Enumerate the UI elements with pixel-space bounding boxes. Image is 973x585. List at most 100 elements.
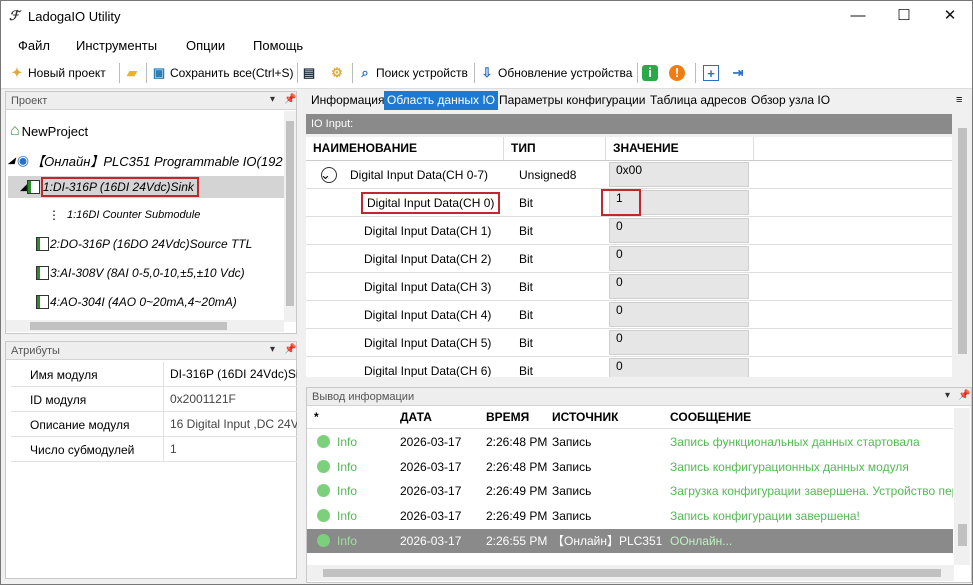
menu-options[interactable]: Опции [186,38,225,53]
log-row[interactable]: Info 2026-03-17 2:26:49 PM Запись Запись… [307,504,953,528]
column-header-level[interactable]: * [314,410,319,428]
toolbar-separator [119,63,120,83]
scroll-thumb[interactable] [323,569,941,577]
info-button[interactable]: i [642,63,661,83]
row-value: 0 [609,330,749,355]
panel-dropdown-icon[interactable]: ▾ [945,390,950,401]
menu-help[interactable]: Помощь [253,38,303,53]
log-date: 2026-03-17 [400,484,462,498]
table-row[interactable]: Digital Input Data(CH 3) Bit 0 [306,273,952,301]
exclamation-icon: ! [669,65,685,81]
panel-dropdown-icon[interactable]: ▾ [270,344,275,355]
pin-icon[interactable]: 📌 [958,390,970,401]
table-row[interactable]: Digital Input Data(CH 5) Bit 0 [306,329,952,357]
tree-vertical-scrollbar[interactable] [284,111,296,322]
row-value: 0x00 [609,162,749,187]
info-icon: i [642,65,658,81]
tree-node-project[interactable]: ⌂ NewProject [10,122,88,140]
info-status-icon [317,534,330,547]
maximize-button[interactable]: ☐ [881,1,927,32]
tab-address-table[interactable]: Таблица адресов [647,91,750,110]
new-project-button[interactable]: ✦ Новый проект [9,63,106,83]
log-message: Запись функциональных данных стартовала [670,435,920,449]
output-vertical-scrollbar[interactable] [954,408,970,565]
attribute-value[interactable]: DI-316P (16DI 24Vdc)Sink [163,362,297,386]
toolbar-separator [637,63,638,83]
log-level: Info [337,484,358,498]
attribute-value: 0x2001121F [163,387,297,411]
row-type: Unsigned8 [519,168,577,182]
search-devices-button[interactable]: ⌕ Поиск устройств [357,63,468,83]
menu-file[interactable]: Файл [18,38,50,53]
app-logo-icon: ℱ [9,8,20,23]
column-header-date[interactable]: ДАТА [400,410,432,428]
table-row[interactable]: Digital Input Data(CH 1) Bit 0 [306,217,952,245]
compile-button[interactable]: ▤ [301,63,320,83]
close-button[interactable]: ✕ [927,1,972,32]
row-value: 1 [601,189,641,216]
toolbar-separator [297,63,298,83]
tree-node-module-4[interactable]: 4:AO-304I (4AO 0~20mA,4~20mA) [36,295,237,309]
tree-node-submodule[interactable]: ⋮ 1:16DI Counter Submodule [48,208,200,222]
tab-information[interactable]: Информация [308,91,387,110]
tree-module-label: 4:AO-304I (4AO 0~20mA,4~20mA) [50,295,237,309]
folder-icon: ▰ [127,65,137,80]
tree-horizontal-scrollbar[interactable] [6,320,284,332]
toolbar-separator [695,63,696,83]
tab-io-data-area[interactable]: Область данных IO [384,91,498,110]
column-header-name[interactable]: НАИМЕНОВАНИЕ [306,137,504,160]
tab-config-params[interactable]: Параметры конфигурации [496,91,648,110]
column-header-value[interactable]: ЗНАЧЕНИЕ МОНИТОРИН [606,137,754,178]
settings-button[interactable]: ⚙ [329,63,348,83]
scroll-thumb[interactable] [30,322,227,330]
log-source: Запись [552,460,592,474]
panel-dropdown-icon[interactable]: ▾ [270,94,275,105]
scroll-thumb[interactable] [286,121,294,306]
log-row[interactable]: Info 2026-03-17 2:26:49 PM Запись Загруз… [307,479,953,503]
column-header-time[interactable]: ВРЕМЯ [486,410,529,428]
table-row[interactable]: Digital Input Data(CH 4) Bit 0 [306,301,952,329]
tabs-menu-icon[interactable]: ≡ [953,91,965,110]
pin-icon[interactable]: 📌 [284,94,296,105]
menu-tools[interactable]: Инструменты [76,38,157,53]
output-horizontal-scrollbar[interactable] [307,565,954,581]
row-name: Digital Input Data(CH 3) [364,280,492,294]
tree-node-module-3[interactable]: 3:AI-308V (8AI 0-5,0-10,±5,±10 Vdc) [36,266,245,280]
pin-icon[interactable]: 📌 [284,344,296,355]
toolbar-separator [474,63,475,83]
open-folder-button[interactable]: ▰ [124,63,143,83]
info-status-icon [317,460,330,473]
table-row[interactable]: ⌄ Digital Input Data(CH 0-7) Unsigned8 0… [306,161,952,189]
table-row[interactable]: Digital Input Data(CH 2) Bit 0 [306,245,952,273]
log-message: Запись конфигурации завершена! [670,509,860,523]
log-time: 2:26:48 PM [486,435,548,449]
log-row[interactable]: Info 2026-03-17 2:26:48 PM Запись Запись… [307,455,953,479]
scroll-thumb[interactable] [958,524,967,546]
update-device-button[interactable]: ⇩ Обновление устройства [479,63,633,83]
io-grid-vertical-scrollbar[interactable] [954,114,970,378]
table-row[interactable]: Digital Input Data(CH 0) Bit 1 [306,189,952,217]
scroll-thumb[interactable] [958,128,967,354]
log-time: 2:26:48 PM [486,460,548,474]
row-name: Digital Input Data(CH 6) [364,364,492,377]
column-header-source[interactable]: ИСТОЧНИК [552,410,618,428]
tree-module-label: 3:AI-308V (8AI 0-5,0-10,±5,±10 Vdc) [50,266,245,280]
table-row[interactable]: Digital Input Data(CH 6) Bit 0 [306,357,952,377]
save-all-button[interactable]: ▣ Сохранить все(Ctrl+S) [151,63,294,83]
tree-node-plc[interactable]: ◢ ◉ 【Онлайн】PLC351 Programmable IO(192 [8,151,283,170]
log-row-selected[interactable]: Info 2026-03-17 2:26:55 PM 【Онлайн】PLC35… [307,529,953,553]
info-status-icon [317,484,330,497]
exit-button[interactable]: ⇥ [730,63,749,83]
tab-io-node-overview[interactable]: Обзор узла IO [748,91,833,110]
log-row[interactable]: Info 2026-03-17 2:26:48 PM Запись Запись… [307,430,953,454]
tree-node-module-2[interactable]: 2:DO-316P (16DO 24Vdc)Source TTL [36,237,252,251]
add-window-button[interactable]: + [703,63,722,83]
submodule-icon: ⋮ [48,208,60,222]
column-header-type[interactable]: ТИП [504,137,606,160]
tree-node-module-1[interactable]: ◢ 1:DI-316P (16DI 24Vdc)Sink [8,176,290,198]
column-header-message[interactable]: СООБЩЕНИЕ [670,410,751,428]
minimize-button[interactable]: — [835,1,881,32]
info-status-icon [317,435,330,448]
toolbar: ✦ Новый проект ▰ ▣ Сохранить все(Ctrl+S)… [1,58,972,89]
warning-button[interactable]: ! [669,63,688,83]
